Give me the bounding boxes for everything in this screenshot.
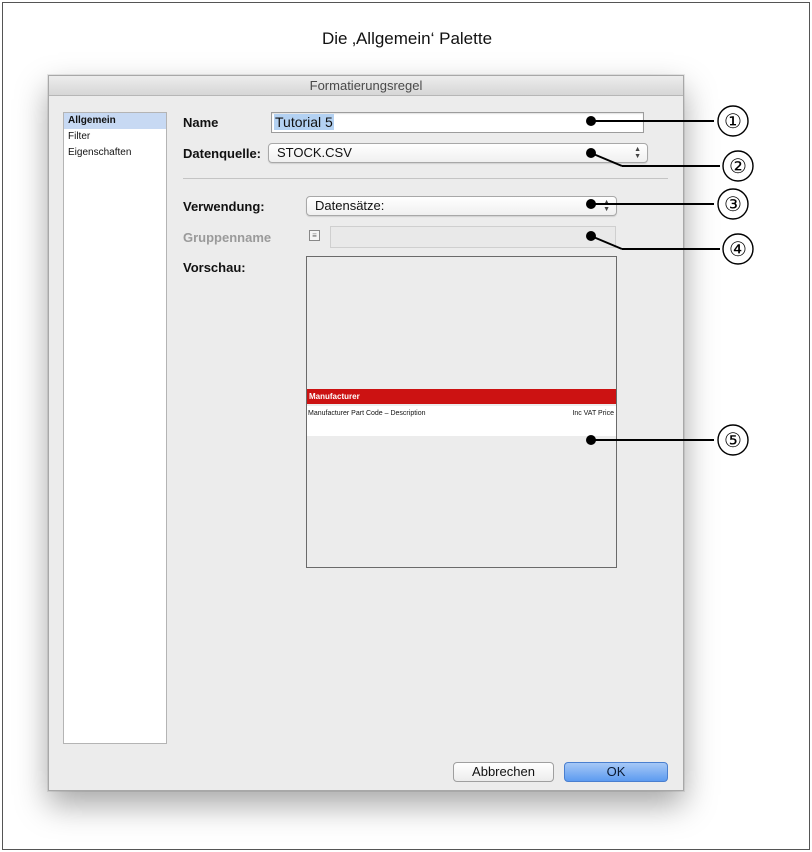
group-name-label: Gruppenname: [183, 230, 272, 245]
ok-button[interactable]: OK: [564, 762, 668, 782]
source-popup[interactable]: STOCK.CSV ▲ ▼: [268, 143, 648, 163]
source-value: STOCK.CSV: [277, 145, 352, 160]
usage-label: Verwendung:: [183, 199, 265, 214]
name-label: Name: [183, 115, 219, 130]
preview-row: Manufacturer Part Code – Description Inc…: [307, 406, 616, 436]
preview-row-left: Manufacturer Part Code – Description: [308, 410, 426, 417]
preview-label: Vorschau:: [183, 260, 246, 275]
sidebar-item-filter[interactable]: Filter: [64, 129, 166, 145]
cancel-button[interactable]: Abbrechen: [453, 762, 554, 782]
usage-value: Datensätze:: [315, 198, 385, 213]
figure-caption: Die ‚Allgemein‘ Palette: [321, 29, 493, 48]
group-name-field[interactable]: [330, 226, 616, 248]
sidebar-item-eigenschaften[interactable]: Eigenschaften: [64, 145, 166, 161]
stepper-arrows-icon: ▲ ▼: [634, 146, 641, 160]
usage-popup[interactable]: Datensätze: ▲ ▼: [306, 196, 617, 216]
sidebar-item-label: Filter: [68, 131, 91, 142]
sidebar-item-allgemein[interactable]: Allgemein: [64, 113, 166, 129]
list-icon: ≡: [309, 230, 320, 241]
preview-pane: Manufacturer Manufacturer Part Code – De…: [306, 256, 617, 568]
name-value: Tutorial 5: [274, 114, 334, 130]
source-label: Datenquelle:: [183, 146, 262, 161]
name-field[interactable]: Tutorial 5: [271, 112, 644, 133]
sidebar-item-label: Eigenschaften: [68, 147, 132, 158]
preview-header: Manufacturer: [307, 389, 616, 404]
sidebar: Allgemein Filter Eigenschaften: [63, 112, 167, 744]
separator: [183, 178, 668, 179]
stepper-arrows-icon: ▲ ▼: [603, 199, 610, 213]
sidebar-item-label: Allgemein: [68, 115, 116, 126]
formatting-rule-dialog: Formatierungsregel Allgemein Filter Eige…: [48, 75, 684, 791]
dialog-title: Formatierungsregel: [49, 76, 683, 96]
preview-row-right: Inc VAT Price: [572, 410, 614, 417]
